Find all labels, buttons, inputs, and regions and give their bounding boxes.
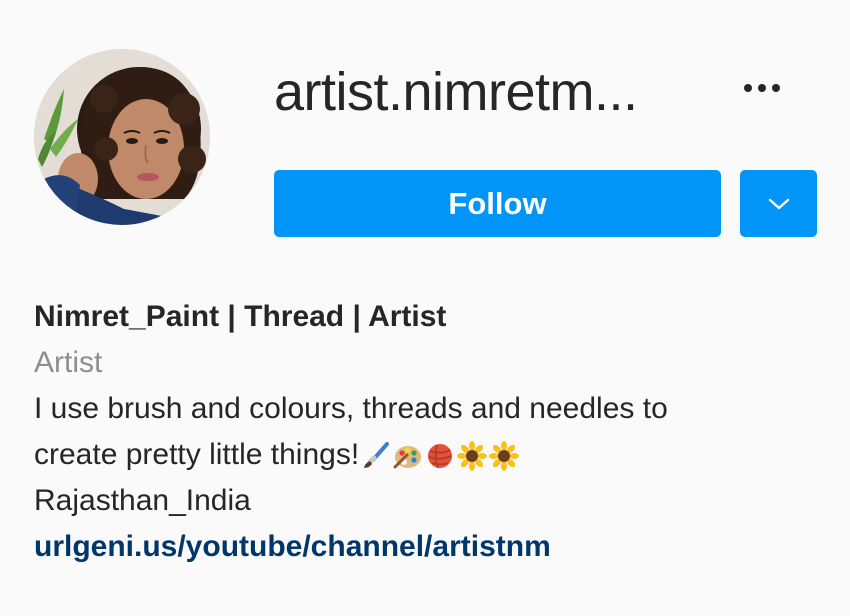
paintbrush-icon [364, 442, 390, 469]
bio-line-1: I use brush and colours, threads and nee… [34, 392, 668, 425]
more-options-button[interactable] [732, 70, 792, 106]
bio-emojis [361, 441, 521, 472]
avatar-photo [34, 49, 210, 225]
bio-line-2-text: create pretty little things! [34, 438, 360, 471]
chevron-down-icon [768, 198, 789, 209]
more-icon-dot [772, 84, 780, 92]
palette-icon [393, 446, 422, 469]
avatar[interactable] [34, 49, 210, 225]
follow-button[interactable]: Follow [274, 170, 721, 237]
follow-button-label: Follow [448, 185, 547, 221]
more-icon-dot [758, 84, 766, 92]
profile-display-name: Nimret_Paint | Thread | Artist [34, 300, 447, 333]
profile-category: Artist [34, 346, 103, 379]
profile-location: Rajasthan_India [34, 484, 251, 517]
more-icon [744, 84, 752, 92]
profile-bio: Nimret_Paint | Thread | Artist Artist I … [34, 294, 824, 570]
yarn-icon [428, 444, 453, 469]
suggested-accounts-button[interactable] [740, 170, 817, 237]
sunflower-icon [457, 441, 488, 472]
bio-line-2: create pretty little things! [34, 432, 824, 478]
sunflower-icon [489, 441, 520, 472]
profile-username: artist.nimretm... [274, 62, 638, 122]
profile-website-link[interactable]: urlgeni.us/youtube/channel/artistnm [34, 524, 824, 570]
